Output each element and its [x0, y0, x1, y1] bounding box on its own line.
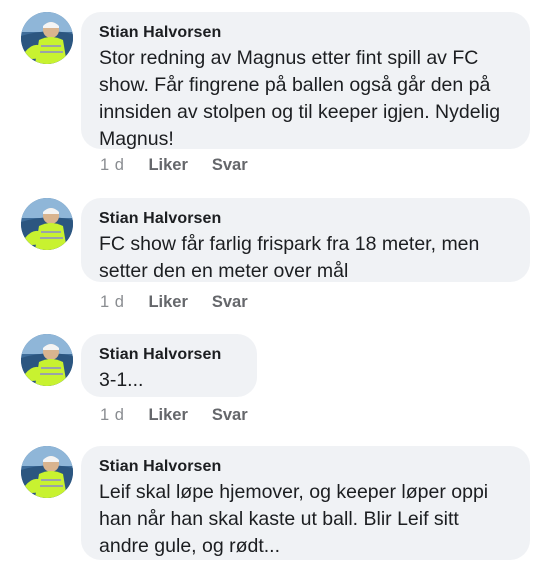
like-button[interactable]: Liker — [148, 293, 187, 312]
reply-button[interactable]: Svar — [212, 406, 248, 425]
comment-actions: 1 d Liker Svar — [100, 154, 272, 176]
comment-actions: 1 d Liker Svar — [100, 291, 272, 313]
profile-photo-icon — [21, 446, 73, 498]
avatar[interactable] — [21, 198, 73, 250]
comment-text: Leif skal løpe hjemover, og keeper løper… — [99, 481, 489, 557]
profile-photo-icon — [21, 198, 73, 250]
avatar[interactable] — [21, 446, 73, 498]
like-button[interactable]: Liker — [148, 156, 187, 175]
comment-text: 3-1... — [99, 369, 144, 391]
avatar[interactable] — [21, 334, 73, 386]
comment-timestamp[interactable]: 1 d — [100, 156, 124, 175]
comment-bubble[interactable]: Stian Halvorsen Leif skal løpe hjemover,… — [81, 446, 530, 560]
comment-bubble[interactable]: Stian Halvorsen FC show får farlig frisp… — [81, 198, 530, 282]
comment-bubble[interactable]: Stian Halvorsen 3-1... — [81, 334, 257, 397]
comment-timestamp[interactable]: 1 d — [100, 293, 124, 312]
comment-author[interactable]: Stian Halvorsen — [99, 209, 512, 229]
comment-bubble[interactable]: Stian Halvorsen Stor redning av Magnus e… — [81, 12, 530, 150]
profile-photo-icon — [21, 12, 73, 64]
comment-text: FC show får farlig frispark fra 18 meter… — [99, 233, 480, 282]
comment-author[interactable]: Stian Halvorsen — [99, 23, 512, 43]
avatar[interactable] — [21, 12, 73, 64]
reply-button[interactable]: Svar — [212, 156, 248, 175]
profile-photo-icon — [21, 334, 73, 386]
comment-actions: 1 d Liker Svar — [100, 404, 272, 426]
like-button[interactable]: Liker — [148, 406, 187, 425]
reply-button[interactable]: Svar — [212, 293, 248, 312]
comment-timestamp[interactable]: 1 d — [100, 406, 124, 425]
comment-author[interactable]: Stian Halvorsen — [99, 457, 512, 477]
comment-thread: Stian Halvorsen Stor redning av Magnus e… — [0, 0, 543, 566]
comment-text: Stor redning av Magnus etter fint spill … — [99, 47, 501, 150]
comment-author[interactable]: Stian Halvorsen — [99, 345, 239, 365]
